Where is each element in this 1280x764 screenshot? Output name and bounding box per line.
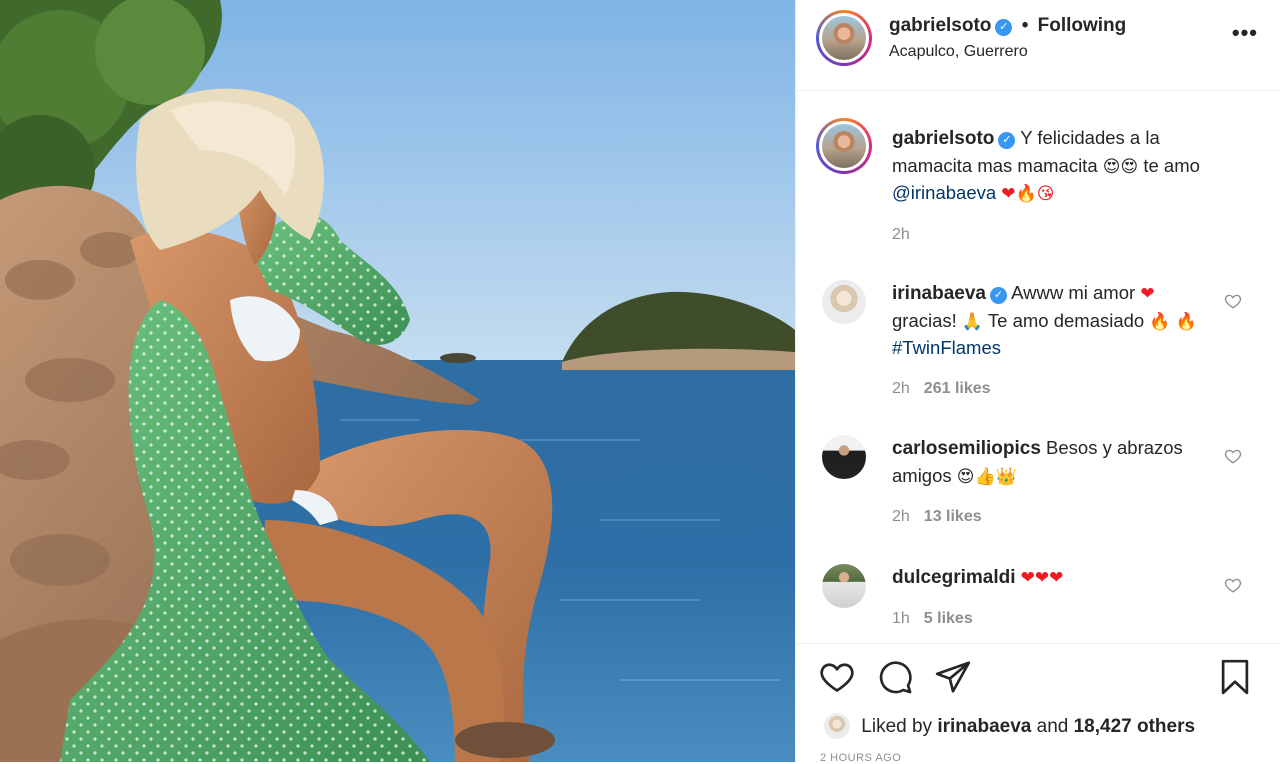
following-button[interactable]: Following: [1038, 15, 1127, 36]
more-options-icon[interactable]: •••: [1232, 22, 1258, 44]
heart-icon[interactable]: [818, 658, 856, 696]
comment-avatar[interactable]: [822, 280, 866, 324]
heart-eyes-thumbs-crown-emoji: 😍👍👑: [956, 466, 1017, 487]
author-username[interactable]: gabrielsoto: [889, 15, 991, 36]
beach-photo-image: [0, 0, 795, 762]
post-header: gabrielsoto ✓ • Following Acapulco, Guerr…: [796, 0, 1280, 91]
comment-icon[interactable]: [876, 658, 914, 696]
commenter-avatar-image: [822, 564, 866, 608]
avatar-ring-inner: [819, 13, 869, 63]
comment-text: dulcegrimaldi ❤❤❤: [892, 564, 1200, 592]
separator-dot: •: [1021, 15, 1029, 36]
comment-meta: 1h 5 likes: [892, 610, 973, 628]
praying-hands-emoji: 🙏: [961, 311, 984, 332]
fire-emoji: 🔥: [1149, 311, 1171, 332]
commenter-avatar-image: [822, 435, 866, 479]
red-heart-emoji: ❤: [1140, 284, 1155, 304]
fire-emoji: 🔥: [1175, 311, 1197, 332]
comments-list[interactable]: gabrielsoto ✓ Y felicidades a la mamacita…: [796, 90, 1280, 643]
author-avatar-image: [822, 16, 866, 60]
mention-link[interactable]: @irinabaeva: [892, 182, 996, 203]
post-photo[interactable]: [0, 0, 795, 762]
location-link[interactable]: Acapulco, Guerrero: [889, 43, 1028, 61]
bookmark-icon[interactable]: [1216, 658, 1254, 696]
verified-badge-icon: ✓: [990, 287, 1007, 304]
share-icon[interactable]: [934, 658, 972, 696]
caption-message-2: te amo: [1143, 154, 1200, 176]
comment-text: irinabaeva ✓ Awww mi amor ❤ gracias! 🙏 Te…: [892, 280, 1200, 362]
comment-avatar[interactable]: [822, 435, 866, 479]
comment-time[interactable]: 2h: [892, 508, 910, 525]
likes-prefix: Liked by: [861, 716, 933, 737]
comment-likes-count[interactable]: 13 likes: [924, 508, 982, 525]
comment-username[interactable]: irinabaeva: [892, 283, 986, 304]
comment-time[interactable]: 1h: [892, 610, 910, 627]
comment-like-heart-icon[interactable]: [1224, 292, 1242, 310]
comment-meta: 2h 13 likes: [892, 508, 982, 526]
action-bar: Liked by irinabaeva and 18,427 others 2 …: [796, 643, 1280, 764]
caption-time[interactable]: 2h: [892, 226, 910, 244]
comment-likes-count[interactable]: 5 likes: [924, 610, 973, 627]
caption-author-avatar[interactable]: [816, 118, 872, 174]
comment-message-3: Te amo demasiado: [987, 309, 1145, 331]
heart-fire-kiss-emoji: ❤🔥😘: [1001, 184, 1055, 204]
comment-message-1: Awww mi amor: [1011, 282, 1136, 303]
liker-username[interactable]: irinabaeva: [937, 716, 1031, 737]
author-name-line: gabrielsoto ✓ • Following: [889, 15, 1126, 37]
verified-badge-icon: ✓: [998, 132, 1016, 149]
heart-eyes-emoji: 😍😍: [1102, 156, 1139, 177]
instagram-post-view: gabrielsoto ✓ • Following Acapulco, Guerr…: [0, 0, 1280, 764]
likes-summary: Liked by irinabaeva and 18,427 others: [824, 713, 1195, 739]
commenter-avatar-image: [822, 280, 866, 324]
three-hearts-emoji: ❤❤❤: [1020, 568, 1064, 588]
likes-middle: and: [1036, 716, 1069, 737]
comment-username[interactable]: carlosemiliopics: [892, 438, 1041, 459]
caption-text: gabrielsoto ✓ Y felicidades a la mamacita…: [892, 125, 1200, 208]
comment-time[interactable]: 2h: [892, 380, 910, 397]
comment-username[interactable]: dulcegrimaldi: [892, 567, 1016, 588]
post-side-panel: gabrielsoto ✓ • Following Acapulco, Guerr…: [795, 0, 1280, 764]
comment-likes-count[interactable]: 261 likes: [924, 380, 991, 397]
verified-badge-icon: ✓: [995, 19, 1013, 36]
caption-avatar-image: [822, 124, 866, 168]
author-avatar[interactable]: [816, 10, 872, 66]
hashtag-link[interactable]: #TwinFlames: [892, 337, 1001, 358]
comment-avatar[interactable]: [822, 564, 866, 608]
avatar-ring-inner: [819, 121, 869, 171]
comment-like-heart-icon[interactable]: [1224, 447, 1242, 465]
liker-avatar-image: [824, 713, 850, 739]
caption-username[interactable]: gabrielsoto: [892, 128, 994, 149]
comment-message-2: gracias!: [892, 309, 957, 331]
likes-others-count[interactable]: 18,427 others: [1074, 716, 1195, 737]
liker-avatar[interactable]: [824, 713, 850, 739]
comment-text: carlosemiliopics Besos y abrazos amigos …: [892, 435, 1200, 490]
comment-meta: 2h 261 likes: [892, 380, 991, 398]
comment-like-heart-icon[interactable]: [1224, 576, 1242, 594]
post-timestamp[interactable]: 2 HOURS AGO: [820, 752, 901, 764]
